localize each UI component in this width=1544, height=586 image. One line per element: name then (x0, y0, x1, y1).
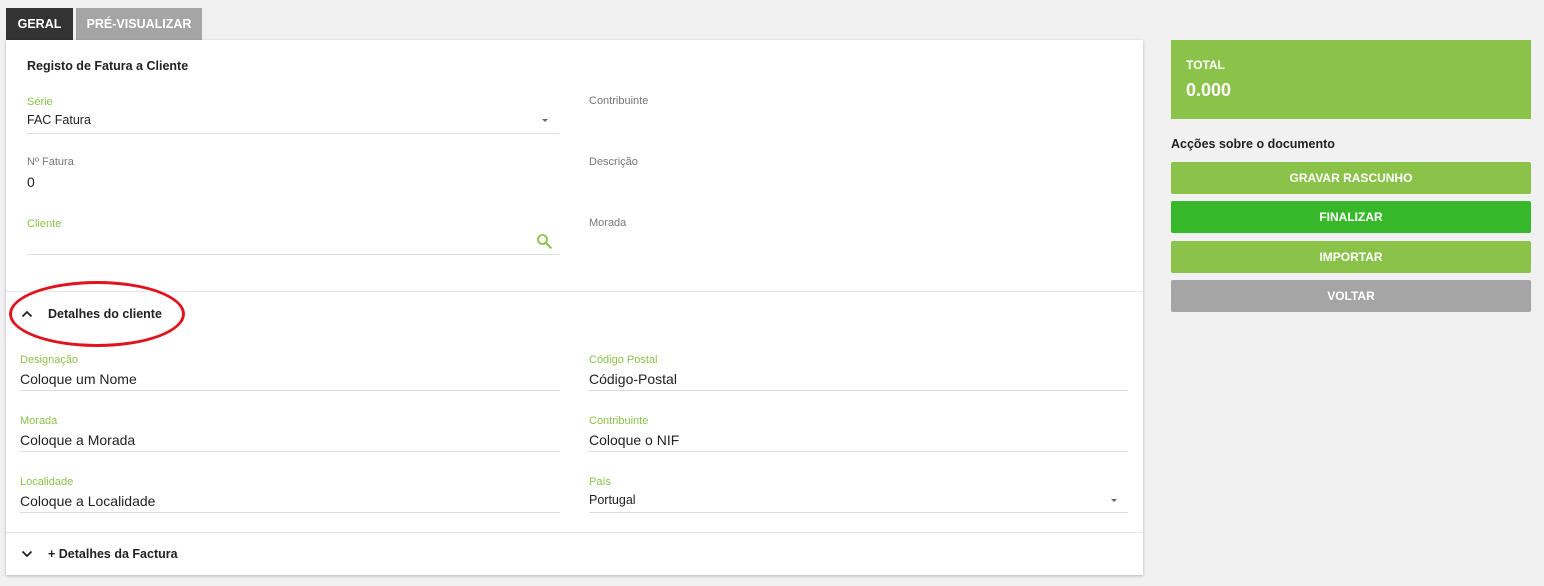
tab-pre-visualizar[interactable]: PRÉ-VISUALIZAR (76, 8, 202, 40)
designacao-field[interactable]: Designação Coloque um Nome (20, 354, 560, 391)
cliente-underline (27, 254, 559, 255)
designacao-label: Designação (20, 354, 79, 366)
client-contribuinte-label: Contribuinte (589, 415, 649, 427)
total-box: TOTAL 0.000 (1171, 40, 1531, 119)
descricao-field[interactable]: Descrição (589, 156, 1129, 194)
contribuinte-label: Contribuinte (589, 95, 649, 107)
serie-select[interactable]: Série FAC Fatura (27, 96, 559, 134)
client-morada-input[interactable]: Coloque a Morada (20, 432, 135, 448)
client-morada-field[interactable]: Morada Coloque a Morada (20, 415, 560, 452)
tab-geral[interactable]: GERAL (6, 8, 73, 40)
codigo-postal-label: Código Postal (589, 354, 658, 366)
chevron-down-icon (542, 119, 548, 122)
codigo-postal-underline (589, 390, 1128, 391)
codigo-postal-field[interactable]: Código Postal Código-Postal (589, 354, 1128, 391)
chevron-down-icon (1111, 499, 1117, 502)
localidade-field[interactable]: Localidade Coloque a Localidade (20, 476, 560, 513)
client-contribuinte-field[interactable]: Contribuinte Coloque o NIF (589, 415, 1128, 452)
chevron-down-icon (21, 550, 33, 558)
invoice-form-card: Registo de Fatura a Cliente Série FAC Fa… (6, 40, 1143, 575)
n-fatura-label: Nº Fatura (27, 156, 74, 168)
gravar-rascunho-button[interactable]: GRAVAR RASCUNHO (1171, 162, 1531, 194)
actions-title: Acções sobre o documento (1171, 137, 1335, 151)
n-fatura-field[interactable]: Nº Fatura 0 (27, 156, 559, 194)
serie-value: FAC Fatura (27, 113, 91, 127)
serie-label: Série (27, 96, 53, 108)
client-morada-label: Morada (20, 415, 58, 427)
pais-value: Portugal (589, 493, 636, 507)
pais-label: País (589, 476, 612, 488)
pais-select[interactable]: País Portugal (589, 476, 1128, 513)
search-icon[interactable] (535, 232, 553, 250)
client-details-toggle[interactable]: Detalhes do cliente (20, 306, 162, 322)
morada-field[interactable]: Morada (589, 217, 1129, 255)
contribuinte-field[interactable]: Contribuinte (589, 95, 1129, 133)
cliente-field[interactable]: Cliente (27, 218, 559, 255)
voltar-button[interactable]: VOLTAR (1171, 280, 1531, 312)
form-title: Registo de Fatura a Cliente (27, 59, 189, 73)
morada-label: Morada (589, 217, 627, 229)
cliente-label: Cliente (27, 218, 62, 230)
divider (6, 291, 1143, 292)
total-value: 0.000 (1186, 80, 1232, 100)
localidade-underline (20, 512, 560, 513)
client-morada-underline (20, 451, 560, 452)
invoice-details-title: + Detalhes da Factura (48, 547, 178, 561)
designacao-underline (20, 390, 560, 391)
serie-underline (27, 133, 559, 134)
divider (6, 532, 1143, 533)
client-details-title: Detalhes do cliente (48, 307, 162, 321)
total-label: TOTAL (1186, 58, 1225, 72)
tab-bar: GERAL PRÉ-VISUALIZAR (6, 8, 202, 40)
localidade-label: Localidade (20, 476, 74, 488)
n-fatura-value: 0 (27, 174, 35, 190)
importar-button[interactable]: IMPORTAR (1171, 241, 1531, 273)
client-contribuinte-underline (589, 451, 1128, 452)
designacao-input[interactable]: Coloque um Nome (20, 371, 137, 387)
localidade-input[interactable]: Coloque a Localidade (20, 493, 155, 509)
descricao-label: Descrição (589, 156, 638, 168)
chevron-up-icon (21, 310, 33, 318)
invoice-details-toggle[interactable]: + Detalhes da Factura (20, 546, 178, 562)
sidebar: TOTAL 0.000 Acções sobre o documento GRA… (1171, 40, 1531, 312)
pais-underline (589, 512, 1128, 513)
client-contribuinte-input[interactable]: Coloque o NIF (589, 432, 679, 448)
finalizar-button[interactable]: FINALIZAR (1171, 201, 1531, 233)
codigo-postal-input[interactable]: Código-Postal (589, 371, 677, 387)
